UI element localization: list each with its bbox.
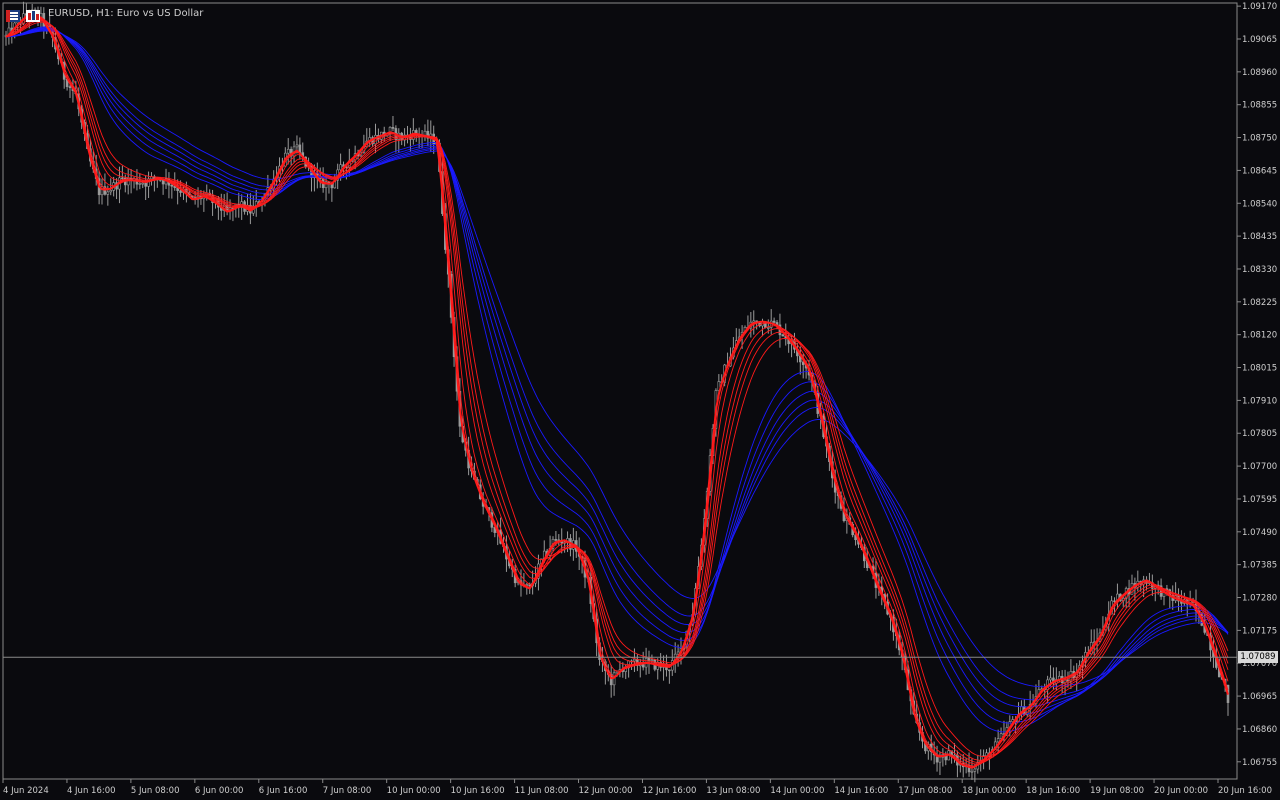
time-tick-label: 10 Jun 00:00 [387,786,441,796]
price-tick-label: 1.08540 [1242,199,1277,209]
fast-ma-line [5,20,1229,761]
chart-window[interactable]: 1.09170 1.09065 1.08960 1.08855 1.08750 1.086… [0,0,1280,800]
time-tick-label: 10 Jun 16:00 [451,786,505,796]
slow-ma-line [5,27,1229,724]
candle-body [391,127,395,129]
candles-group [4,1,1230,783]
one-click-trading-icon[interactable] [26,7,40,22]
slow-ma-line [5,29,1229,701]
slow-ma-line [5,28,1229,708]
price-tick-label: 1.09065 [1242,35,1277,45]
slow-ma-line [5,28,1229,716]
time-tick-label: 18 Jun 16:00 [1026,786,1080,796]
candle-body [766,327,770,329]
time-tick-label: 4 Jun 2024 [3,786,49,796]
time-tick-label: 6 Jun 00:00 [195,786,244,796]
candle-body [68,86,72,88]
time-tick-label: 12 Jun 16:00 [642,786,696,796]
price-tick-label: 1.07490 [1242,528,1277,538]
price-tick-label: 1.06755 [1242,758,1277,768]
candle-body [650,659,654,662]
candle-body [141,182,145,185]
price-tick-label: 1.08750 [1242,134,1277,144]
time-tick-label: 20 Jun 00:00 [1154,786,1208,796]
candle-body [106,191,110,195]
slow-ma-line [5,30,1229,688]
fast-ma-line-bold [5,12,1229,769]
time-tick-label: 14 Jun 16:00 [834,786,888,796]
candle-body [781,334,785,337]
price-tick-label: 1.08330 [1242,265,1277,275]
price-tick-label: 1.07595 [1242,495,1277,505]
price-tick-label: 1.09170 [1242,2,1277,12]
candle-body [938,756,942,763]
candle-body [973,768,977,772]
time-tick-label: 12 Jun 00:00 [579,786,633,796]
fast-ma-line [5,14,1229,768]
candle-body [668,669,671,672]
candle-body [647,657,651,661]
candle-body [772,320,776,323]
chart-plot[interactable]: 1.09170 1.09065 1.08960 1.08855 1.08750 1.086… [0,0,1280,800]
time-tick-label: 11 Jun 08:00 [515,786,569,796]
candle-body [138,183,142,185]
candle-body [752,320,756,323]
price-tick-label: 1.08435 [1242,232,1277,242]
candle-body [339,164,342,171]
candle-body [970,770,974,773]
fast-ma-line [5,17,1229,765]
candle-body [170,184,174,187]
time-tick-label: 14 Jun 00:00 [770,786,824,796]
chart-header: EURUSD, H1: Euro vs US Dollar [6,5,204,22]
price-tick-label: 1.07280 [1242,594,1277,604]
fast-ma-line [5,18,1229,763]
price-tick-label: 1.08015 [1242,364,1277,374]
price-tick-label: 1.07700 [1242,462,1277,472]
time-axis: 4 Jun 2024 4 Jun 16:00 5 Jun 08:00 6 Jun 00… [2,779,1272,796]
candle-body [641,664,645,668]
slow-ma-line [5,26,1229,733]
time-tick-label: 4 Jun 16:00 [67,786,116,796]
price-tick-label: 1.08960 [1242,68,1277,78]
time-tick-label: 7 Jun 08:00 [323,786,372,796]
candle-body [996,738,1000,743]
time-tick-label: 17 Jun 08:00 [898,786,952,796]
current-price-tag: 1.07089 [1238,651,1278,664]
time-tick-label: 5 Jun 08:00 [131,786,180,796]
price-tick-label: 1.08855 [1242,101,1277,111]
time-tick-label: 19 Jun 08:00 [1090,786,1144,796]
price-tick-label: 1.08645 [1242,166,1277,176]
price-tick-label: 1.07805 [1242,429,1277,439]
candle-body [109,190,113,193]
price-tick-label: 1.08225 [1242,298,1277,308]
candle-body [179,190,182,193]
price-tick-label: 1.07175 [1242,626,1277,636]
candle-body [1049,677,1052,681]
candle-body [144,182,147,187]
price-tick-label: 1.08120 [1242,331,1277,341]
candle-body [554,539,558,541]
time-tick-label: 6 Jun 16:00 [259,786,308,796]
price-tick-label: 1.06965 [1242,692,1277,702]
price-tick-label: 1.06860 [1242,725,1277,735]
candle-body [633,658,636,662]
candle-body [286,148,290,154]
time-tick-label: 18 Jun 00:00 [962,786,1016,796]
time-tick-label: 20 Jun 16:00 [1218,786,1272,796]
candle-body [295,144,299,148]
candle-body [121,177,124,180]
chart-title: EURUSD, H1: Euro vs US Dollar [48,7,204,19]
chart-menu-icon[interactable] [6,7,20,22]
price-tick-label: 1.07385 [1242,561,1277,571]
slow-ma-group [5,26,1229,733]
fast-ma-group [5,12,1229,769]
price-tick-label: 1.07910 [1242,396,1277,406]
time-tick-label: 13 Jun 08:00 [706,786,760,796]
